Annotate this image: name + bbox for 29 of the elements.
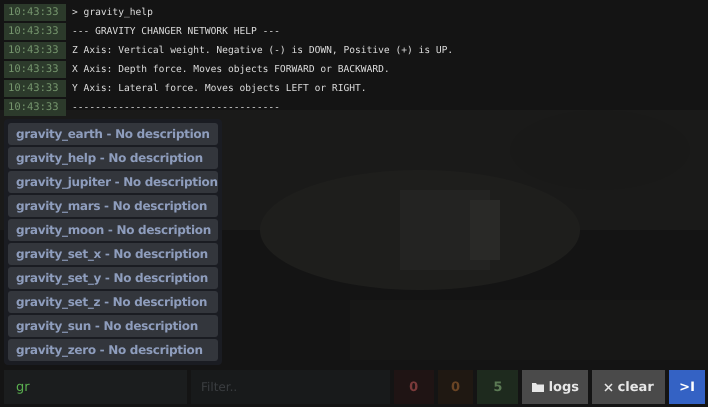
timestamp: 10:43:33 bbox=[4, 42, 66, 59]
collapse-button[interactable]: >I bbox=[669, 370, 705, 404]
clear-button[interactable]: clear bbox=[592, 370, 666, 404]
suggestion-item[interactable]: gravity_sun - No description bbox=[8, 315, 218, 337]
suggestion-item[interactable]: gravity_set_y - No description bbox=[8, 267, 218, 289]
timestamp: 10:43:33 bbox=[4, 4, 66, 21]
log-message: ------------------------------------ bbox=[72, 102, 280, 113]
suggestion-item[interactable]: gravity_jupiter - No description bbox=[8, 171, 218, 193]
timestamp: 10:43:33 bbox=[4, 99, 66, 116]
suggestion-item[interactable]: gravity_earth - No description bbox=[8, 123, 218, 145]
suggestion-item[interactable]: gravity_moon - No description bbox=[8, 219, 218, 241]
suggestion-item[interactable]: gravity_set_z - No description bbox=[8, 291, 218, 313]
log-message: --- GRAVITY CHANGER NETWORK HELP --- bbox=[72, 26, 280, 37]
command-input[interactable]: gr bbox=[4, 370, 187, 404]
suggestion-item[interactable]: gravity_zero - No description bbox=[8, 339, 218, 361]
logs-button[interactable]: logs bbox=[522, 370, 588, 404]
suggestion-item[interactable]: gravity_help - No description bbox=[8, 147, 218, 169]
timestamp: 10:43:33 bbox=[4, 23, 66, 40]
folder-icon bbox=[532, 382, 544, 392]
suggestion-item[interactable]: gravity_mars - No description bbox=[8, 195, 218, 217]
log-message: > gravity_help bbox=[72, 7, 153, 18]
log-message: X Axis: Depth force. Moves objects FORWARD or BACKWARD. bbox=[72, 64, 390, 75]
log-message: Y Axis: Lateral force. Moves objects LEFT or RIGHT. bbox=[72, 83, 367, 94]
close-icon bbox=[604, 382, 613, 392]
log-count[interactable]: 5 bbox=[477, 370, 518, 404]
suggestion-item[interactable]: gravity_set_x - No description bbox=[8, 243, 218, 265]
log-message: Z Axis: Vertical weight. Negative (-) is DOWN, Positive (+) is UP. bbox=[72, 45, 454, 56]
timestamp: 10:43:33 bbox=[4, 80, 66, 97]
timestamp: 10:43:33 bbox=[4, 61, 66, 78]
